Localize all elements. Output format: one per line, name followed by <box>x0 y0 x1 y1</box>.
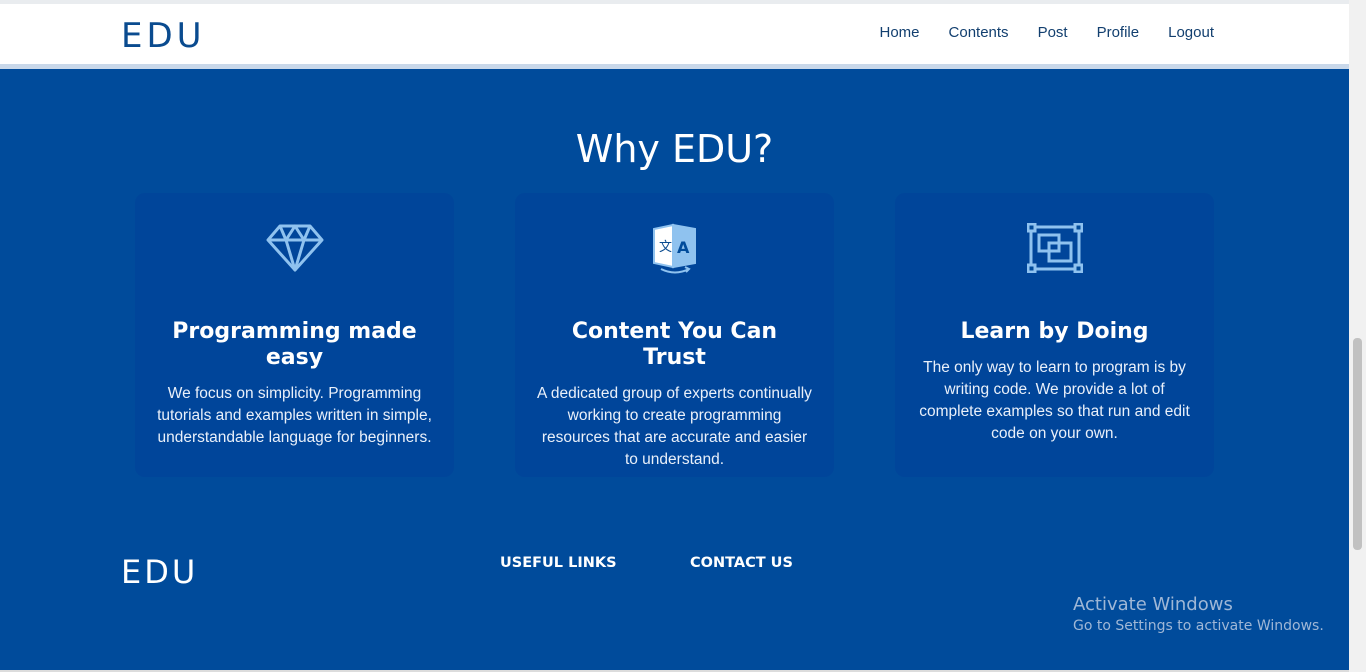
svg-text:文: 文 <box>659 240 672 255</box>
card-title: Content You Can Trust <box>571 319 778 370</box>
svg-text:A: A <box>677 238 690 257</box>
watermark-subtitle: Go to Settings to activate Windows. <box>1073 618 1324 634</box>
nav-post[interactable]: Post <box>1038 24 1068 41</box>
feature-card-trust: 文 A Content You Can Trust A dedicated gr… <box>515 193 834 477</box>
nav-contents[interactable]: Contents <box>949 24 1009 41</box>
nav-logout[interactable]: Logout <box>1168 24 1214 41</box>
top-navbar: EDU Home Contents Post Profile Logout <box>0 0 1349 64</box>
nav-home[interactable]: Home <box>880 24 920 41</box>
watermark-title: Activate Windows <box>1073 594 1233 615</box>
card-text: We focus on simplicity. Programming tuto… <box>157 385 432 446</box>
footer-brand: EDU <box>121 553 199 591</box>
translate-icon: 文 A <box>537 193 812 303</box>
nav-profile[interactable]: Profile <box>1097 24 1140 41</box>
card-title: Learn by Doing <box>960 319 1149 344</box>
section-title: Why EDU? <box>575 127 774 171</box>
why-edu-section: Why EDU? Programming made easy We focus … <box>0 69 1349 672</box>
feature-card-doing: Learn by Doing The only way to learn to … <box>895 193 1214 477</box>
page-scrollbar[interactable] <box>1349 0 1366 672</box>
main-nav: Home Contents Post Profile Logout <box>880 24 1215 41</box>
footer-contact-heading: CONTACT US <box>690 555 793 571</box>
windows-activation-watermark: Activate Windows Go to Settings to activ… <box>1073 594 1324 634</box>
diamond-icon <box>157 193 432 303</box>
card-text: A dedicated group of experts continually… <box>537 385 812 468</box>
card-title: Programming made easy <box>172 319 417 370</box>
scrollbar-thumb[interactable] <box>1353 338 1362 550</box>
layers-frame-icon <box>917 193 1192 303</box>
footer-useful-links-heading: USEFUL LINKS <box>500 555 617 571</box>
feature-card-easy: Programming made easy We focus on simpli… <box>135 193 454 477</box>
card-text: The only way to learn to program is by w… <box>919 359 1190 442</box>
brand-logo[interactable]: EDU <box>121 16 206 56</box>
